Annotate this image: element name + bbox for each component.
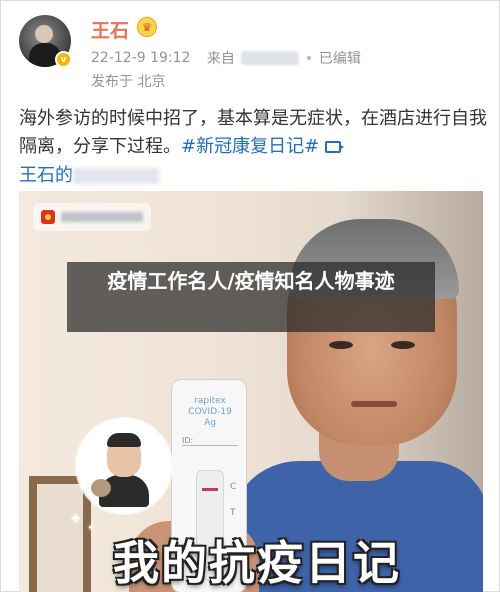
post-timestamp[interactable]: 22-12-9 19:12 [91, 50, 190, 66]
video-source-badge [33, 203, 151, 231]
video-title-link[interactable]: 王石的 [19, 161, 159, 187]
meta-separator [306, 56, 311, 60]
sparkle-small-icon: ✦ [87, 523, 96, 534]
person-eye-right [391, 341, 415, 349]
person-mouth [351, 401, 397, 407]
test-name: COVID-19 [188, 407, 232, 417]
post-meta: 22-12-9 19:12 来自 已编辑 [91, 48, 361, 68]
sticker-cat [91, 479, 111, 497]
video-topic-icon[interactable] [325, 141, 345, 153]
test-t-label: T [230, 508, 236, 518]
source-watermark-blurred [61, 212, 143, 222]
person-eye-left [329, 341, 353, 349]
sparkle-icon: ✦ [69, 509, 83, 528]
test-c-label: C [230, 482, 237, 492]
verified-badge-icon: v [55, 51, 72, 68]
cartoon-avatar-sticker [77, 419, 171, 513]
source-prefix: 来自 [206, 51, 235, 67]
video-title-blurred [73, 168, 159, 184]
username-link[interactable]: 王石 [91, 16, 129, 43]
test-type: Ag [204, 418, 216, 428]
post-location: 发布于 北京 [91, 74, 166, 90]
hashtag-link[interactable]: #新冠康复日记# [181, 136, 319, 157]
video-title-prefix: 王石的 [19, 165, 73, 186]
article-title-overlay: 疫情工作名人/疫情知名人物事迹 [67, 262, 435, 332]
test-brand: rapitex [194, 396, 226, 406]
background-door-panel [37, 484, 83, 592]
member-crown-icon[interactable]: ♛ [137, 17, 157, 37]
overlay-title: 疫情工作名人/疫情知名人物事迹 [107, 269, 395, 293]
sticker-hair [107, 433, 141, 447]
avatar-figure-head [35, 25, 53, 43]
weibo-post-card: v 王石 ♛ 22-12-9 19:12 来自 已编辑 发布于 北京 海外参访的时… [0, 0, 500, 592]
test-id-field: ID: [182, 436, 238, 446]
edited-label[interactable]: 已编辑 [319, 51, 361, 67]
control-line [202, 488, 218, 491]
weibo-logo-icon [41, 210, 55, 224]
post-video-thumbnail[interactable]: rapitex COVID-19 Ag ID: C T ✦ ✦ 我的抗疫日记 [19, 191, 483, 592]
source-client-blurred [240, 51, 299, 65]
post-body: 海外参访的时候中招了，基本算是无症状，在酒店进行自我隔离，分享下过程。#新冠康复… [19, 105, 489, 161]
video-caption: 我的抗疫日记 [113, 536, 401, 590]
